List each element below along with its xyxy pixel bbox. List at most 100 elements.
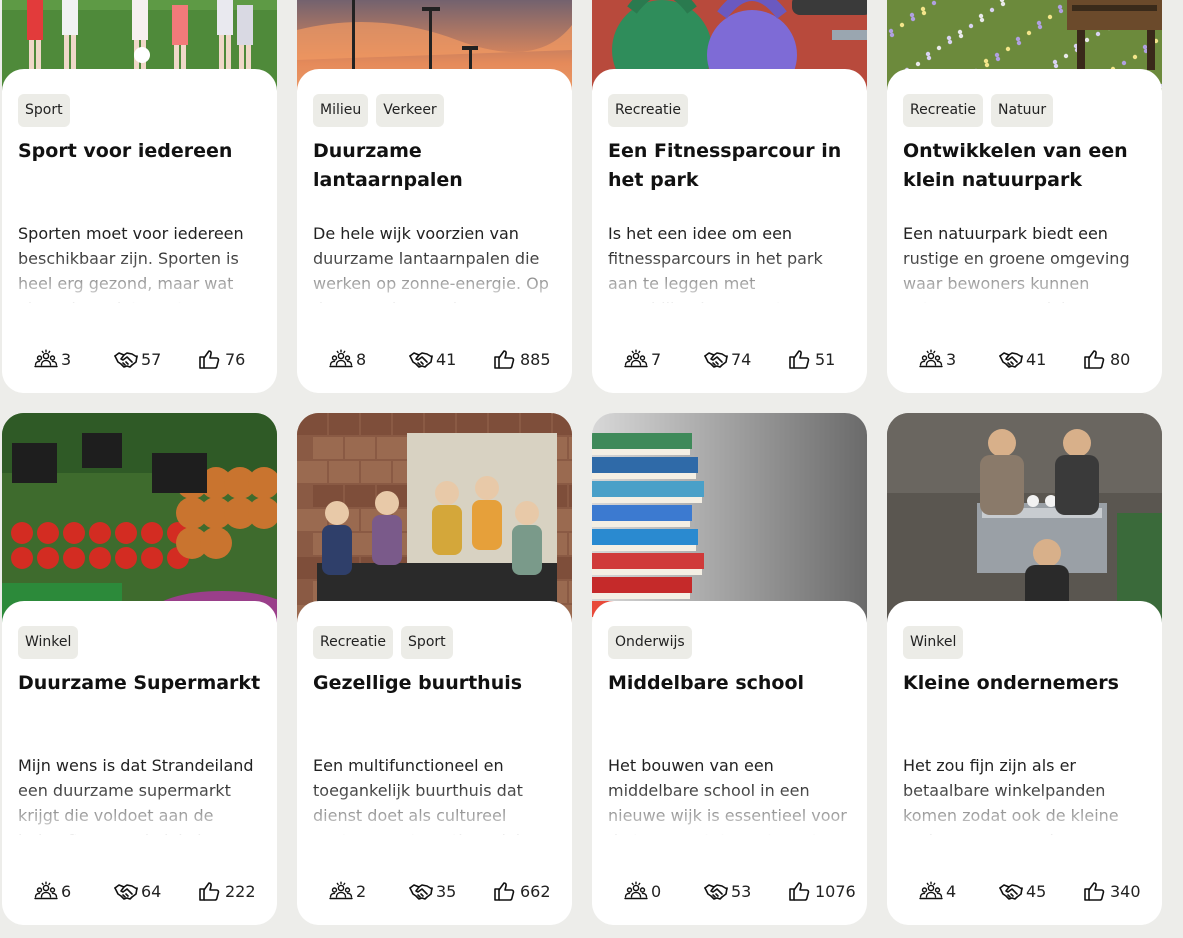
supporters-count: 64 xyxy=(141,881,162,901)
thumbs-up-icon xyxy=(789,882,810,901)
members-count: 3 xyxy=(946,349,957,369)
supporters-stat[interactable]: 57 xyxy=(114,349,161,369)
supporters-stat[interactable]: 41 xyxy=(999,349,1046,369)
members-stat[interactable]: 3 xyxy=(919,349,956,369)
tag-winkel[interactable]: Winkel xyxy=(903,626,964,659)
wish-card[interactable]: Winkel Duurzame Supermarkt Mijn wens is … xyxy=(2,413,277,925)
supporters-stat[interactable]: 74 xyxy=(704,349,751,369)
likes-stat[interactable]: 76 xyxy=(198,349,245,369)
card-title[interactable]: Een Fitnessparcour in het park xyxy=(608,137,851,195)
card-body: Sport Sport voor iedereen Sporten moet v… xyxy=(2,69,277,393)
wish-card[interactable]: Sport Sport voor iedereen Sporten moet v… xyxy=(2,0,277,393)
likes-stat[interactable]: 1076 xyxy=(788,881,856,901)
tag-milieu[interactable]: Milieu xyxy=(313,94,369,127)
card-title[interactable]: Sport voor iedereen xyxy=(18,137,261,166)
tag-list: Sport xyxy=(18,94,70,127)
members-stat[interactable]: 0 xyxy=(624,881,661,901)
members-stat[interactable]: 6 xyxy=(34,881,71,901)
handshake-icon xyxy=(409,884,433,900)
members-stat[interactable]: 7 xyxy=(624,349,661,369)
likes-stat[interactable]: 885 xyxy=(493,349,551,369)
card-description: Mijn wens is dat Strandeiland een duurza… xyxy=(18,756,254,835)
likes-stat[interactable]: 222 xyxy=(198,881,256,901)
supporters-count: 53 xyxy=(731,881,752,901)
members-count: 3 xyxy=(61,349,72,369)
likes-stat[interactable]: 80 xyxy=(1083,349,1130,369)
card-title[interactable]: Duurzame lantaarnpalen xyxy=(313,137,556,195)
wish-card[interactable]: Onderwijs Middelbare school Het bouwen v… xyxy=(592,413,867,925)
card-body: Onderwijs Middelbare school Het bouwen v… xyxy=(592,601,867,925)
community-icon xyxy=(329,349,353,368)
card-stats: 3 57 76 xyxy=(2,349,277,371)
card-title[interactable]: Gezellige buurthuis xyxy=(313,669,556,698)
tag-natuur[interactable]: Natuur xyxy=(991,94,1054,127)
supporters-stat[interactable]: 41 xyxy=(409,349,456,369)
tag-verkeer[interactable]: Verkeer xyxy=(376,94,444,127)
likes-stat[interactable]: 340 xyxy=(1083,881,1141,901)
tag-list: Recreatie Natuur xyxy=(903,94,1054,127)
wish-card[interactable]: Winkel Kleine ondernemers Het zou fijn z… xyxy=(887,413,1162,925)
card-description: Is het een idee om een fitnessparcours i… xyxy=(608,224,827,303)
supporters-count: 41 xyxy=(436,349,457,369)
card-body: Milieu Verkeer Duurzame lantaarnpalen De … xyxy=(297,69,572,393)
card-title[interactable]: Duurzame Supermarkt xyxy=(18,669,261,698)
card-stats: 4 45 340 xyxy=(887,881,1162,903)
community-icon xyxy=(624,881,648,900)
tag-list: Onderwijs xyxy=(608,626,692,659)
likes-count: 885 xyxy=(520,349,551,369)
card-stats: 7 74 51 xyxy=(592,349,867,371)
card-stats: 3 41 80 xyxy=(887,349,1162,371)
likes-stat[interactable]: 662 xyxy=(493,881,551,901)
community-icon xyxy=(919,349,943,368)
members-stat[interactable]: 2 xyxy=(329,881,366,901)
supporters-stat[interactable]: 35 xyxy=(409,881,456,901)
card-description: Een multifunctioneel en toegankelijk buu… xyxy=(313,756,550,835)
card-stats: 0 53 1076 xyxy=(592,881,867,903)
members-count: 4 xyxy=(946,881,957,901)
supporters-stat[interactable]: 53 xyxy=(704,881,751,901)
wish-card[interactable]: Milieu Verkeer Duurzame lantaarnpalen De … xyxy=(297,0,572,393)
thumbs-up-icon xyxy=(199,882,220,901)
tag-recreatie[interactable]: Recreatie xyxy=(903,94,984,127)
tag-onderwijs[interactable]: Onderwijs xyxy=(608,626,692,659)
members-stat[interactable]: 3 xyxy=(34,349,71,369)
members-stat[interactable]: 4 xyxy=(919,881,956,901)
tag-recreatie[interactable]: Recreatie xyxy=(313,626,394,659)
community-icon xyxy=(329,881,353,900)
card-title[interactable]: Kleine ondernemers xyxy=(903,669,1146,698)
tag-sport[interactable]: Sport xyxy=(401,626,453,659)
card-body: Recreatie Sport Gezellige buurthuis Een m… xyxy=(297,601,572,925)
tag-winkel[interactable]: Winkel xyxy=(18,626,79,659)
supporters-stat[interactable]: 64 xyxy=(114,881,161,901)
tag-recreatie[interactable]: Recreatie xyxy=(608,94,689,127)
likes-count: 76 xyxy=(225,349,246,369)
card-stats: 6 64 222 xyxy=(2,881,277,903)
likes-count: 1076 xyxy=(815,881,856,901)
tag-list: Recreatie Sport xyxy=(313,626,453,659)
likes-stat[interactable]: 51 xyxy=(788,349,835,369)
thumbs-up-icon xyxy=(1084,882,1105,901)
handshake-icon xyxy=(114,352,138,368)
card-title[interactable]: Middelbare school xyxy=(608,669,851,698)
card-stats: 8 41 885 xyxy=(297,349,572,371)
card-body: Recreatie Een Fitnessparcour in het park… xyxy=(592,69,867,393)
thumbs-up-icon xyxy=(199,350,220,369)
thumbs-up-icon xyxy=(494,882,515,901)
wish-card[interactable]: Recreatie Natuur Ontwikkelen van een klei… xyxy=(887,0,1162,393)
members-count: 2 xyxy=(356,881,367,901)
members-stat[interactable]: 8 xyxy=(329,349,366,369)
community-icon xyxy=(624,349,648,368)
handshake-icon xyxy=(704,884,728,900)
supporters-stat[interactable]: 45 xyxy=(999,881,1046,901)
wish-card[interactable]: Recreatie Een Fitnessparcour in het park… xyxy=(592,0,867,393)
card-description: De hele wijk voorzien van duurzame lanta… xyxy=(313,224,549,303)
supporters-count: 45 xyxy=(1026,881,1047,901)
card-title[interactable]: Ontwikkelen van een klein natuurpark xyxy=(903,137,1146,195)
wish-card[interactable]: Recreatie Sport Gezellige buurthuis Een m… xyxy=(297,413,572,925)
card-stats: 2 35 662 xyxy=(297,881,572,903)
likes-count: 662 xyxy=(520,881,551,901)
members-count: 7 xyxy=(651,349,662,369)
members-count: 6 xyxy=(61,881,72,901)
thumbs-up-icon xyxy=(1084,350,1105,369)
tag-sport[interactable]: Sport xyxy=(18,94,70,127)
